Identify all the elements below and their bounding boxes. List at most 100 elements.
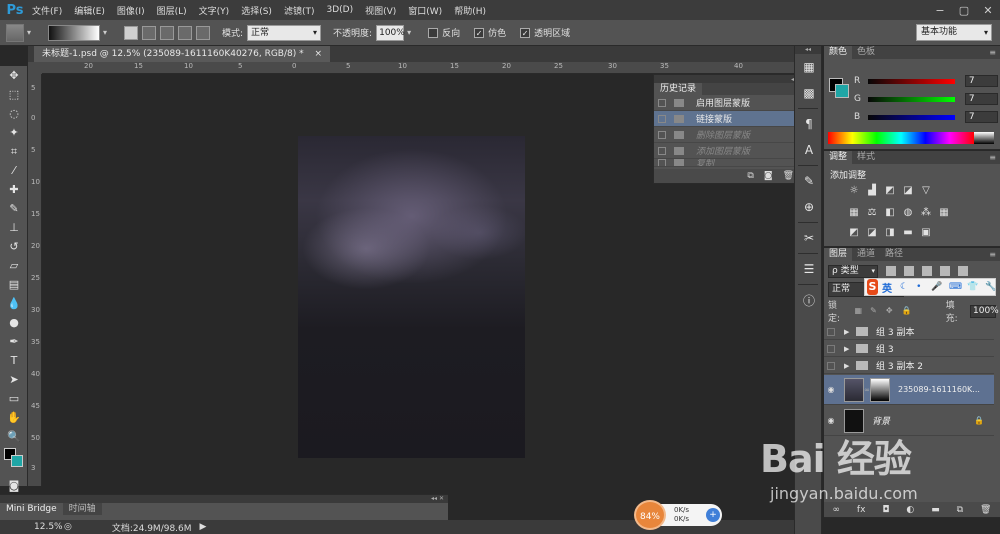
red-value-input[interactable]: 7 [964,75,998,87]
adjustment-filter-icon[interactable] [904,266,914,276]
color-balance-icon[interactable]: ⚖ [866,207,878,219]
diamond-gradient-button[interactable] [196,25,210,40]
layer-row[interactable]: ▶ 组 3 [824,341,994,357]
history-checkbox[interactable] [658,159,666,166]
menu-layer[interactable]: 图层(L) [151,4,193,17]
green-slider-track[interactable] [867,96,955,102]
rectangle-tool-icon[interactable]: ▭ [0,389,28,408]
pixel-filter-icon[interactable] [886,266,896,276]
input-method-toolbar[interactable]: S 英 ☾ • 🎤 ⌨ 👕 🔧 [864,278,996,296]
blue-value-input[interactable]: 7 [964,111,998,123]
restore-button[interactable]: ▢ [952,0,976,20]
vibrance-icon[interactable]: ▽ [920,185,932,197]
add-mask-icon[interactable]: ◘ [882,505,889,515]
green-value-input[interactable]: 7 [964,93,998,105]
panel-menu-icon[interactable]: ≡ [989,46,996,59]
menu-3d[interactable]: 3D(D) [320,5,359,15]
menu-type[interactable]: 文字(Y) [193,4,236,17]
trash-icon[interactable]: 🗑 [783,171,794,181]
hand-tool-icon[interactable]: ✋ [0,408,28,427]
status-icon[interactable]: ◎ [64,522,72,532]
levels-icon[interactable]: ▟ [866,185,878,197]
close-icon[interactable]: × [314,49,322,59]
tab-channels[interactable]: 通道 [852,248,880,261]
panel-collapse-bar[interactable]: ◂◂ ✕ [654,75,808,83]
swatches-icon[interactable]: ▩ [795,80,823,106]
threshold-icon[interactable]: ◨ [884,227,896,239]
black-white-icon[interactable]: ◧ [884,207,896,219]
plus-icon[interactable]: + [706,508,720,522]
sogou-logo[interactable]: S [867,279,879,295]
history-row[interactable]: 复制 [654,159,808,167]
blue-slider-track[interactable] [867,114,955,120]
curves-icon[interactable]: ◩ [884,185,896,197]
document-tab[interactable]: 未标题-1.psd @ 12.5% (235089-1611160K40276,… [34,46,331,62]
history-row[interactable]: 添加图层蒙版 [654,143,808,159]
photo-filter-icon[interactable]: ◍ [902,207,914,219]
visibility-toggle[interactable] [827,361,835,370]
tab-color[interactable]: 颜色 [824,46,853,59]
close-button[interactable]: ✕ [976,0,1000,20]
selective-color-icon[interactable]: ▣ [920,227,932,239]
layer-row[interactable]: ▶ 组 3 副本 2 [824,358,994,374]
history-row[interactable]: 链接蒙版 [654,111,808,127]
expand-arrow-icon[interactable]: ▶ [844,328,852,336]
keyboard-icon[interactable]: ⌨ [949,282,962,292]
visibility-toggle[interactable] [827,344,835,353]
history-checkbox[interactable] [658,130,666,139]
workspace-select[interactable]: 基本功能 [916,24,992,41]
zoom-level[interactable]: 12.5% [34,522,64,532]
status-menu-arrow-icon[interactable]: ▶ [200,522,207,532]
transparency-checkbox[interactable]: ✓ [520,27,531,38]
gradient-tool-icon[interactable] [6,23,24,42]
eye-icon[interactable]: ◉ [824,413,838,429]
slider-green[interactable]: G 7 [854,92,998,106]
lasso-tool-icon[interactable]: ◌ [0,104,28,123]
background-color-swatch[interactable] [835,84,849,98]
history-row[interactable]: 启用图层蒙版 [654,95,808,111]
layer-thumbnail[interactable] [844,408,864,433]
history-checkbox[interactable] [658,114,666,123]
quick-mask-icon[interactable]: ◙ [0,476,28,495]
dither-checkbox[interactable]: ✓ [474,27,485,38]
type-filter-icon[interactable] [922,266,932,276]
fx-icon[interactable]: fx [857,505,866,515]
invert-icon[interactable]: ◩ [848,227,860,239]
color-lookup-icon[interactable]: ▦ [938,207,950,219]
menu-select[interactable]: 选择(S) [235,4,278,17]
document-canvas-image[interactable] [298,136,525,458]
tab-styles[interactable]: 样式 [852,151,880,164]
tab-layers[interactable]: 图层 [824,248,853,261]
zoom-tool-icon[interactable]: 🔍 [0,427,28,446]
slider-red[interactable]: R 7 [854,74,998,88]
background-color-swatch[interactable] [11,455,23,467]
expand-arrow-icon[interactable]: ▶ [844,345,852,353]
tab-timeline[interactable]: 时间轴 [62,503,102,515]
layer-thumbnail[interactable] [844,377,864,402]
lock-transparent-icon[interactable]: ▦ [854,306,864,316]
eyedropper-tool-icon[interactable]: ⁄ [0,161,28,180]
menu-edit[interactable]: 编辑(E) [68,4,111,17]
wrench-icon[interactable]: 🔧 [985,282,996,292]
lock-all-icon[interactable]: 🔒 [902,306,912,316]
character-icon[interactable]: A [795,137,823,163]
expand-arrow-icon[interactable]: ▶ [844,362,852,370]
minimize-button[interactable]: − [928,0,952,20]
punctuation-icon[interactable]: • [916,282,923,292]
new-group-icon[interactable]: ▬ [931,505,940,515]
angle-gradient-button[interactable] [160,25,174,40]
type-tool-icon[interactable]: T [0,351,28,370]
microphone-icon[interactable]: 🎤 [931,282,942,292]
network-speed-widget[interactable]: 0K/s 0K/s + 84% [634,500,726,530]
trash-icon[interactable]: 🗑 [980,505,991,515]
channel-mixer-icon[interactable]: ⁂ [920,207,932,219]
path-select-tool-icon[interactable]: ➤ [0,370,28,389]
opacity-input[interactable]: 100% [376,24,405,41]
properties-icon[interactable]: ☰ [795,256,823,282]
red-slider-track[interactable] [867,78,955,84]
history-brush-tool-icon[interactable]: ↺ [0,237,28,256]
exposure-icon[interactable]: ◪ [902,185,914,197]
skin-icon[interactable]: 👕 [967,282,978,292]
new-document-from-state-icon[interactable]: ⧉ [747,171,753,181]
gradient-map-icon[interactable]: ▬ [902,227,914,239]
